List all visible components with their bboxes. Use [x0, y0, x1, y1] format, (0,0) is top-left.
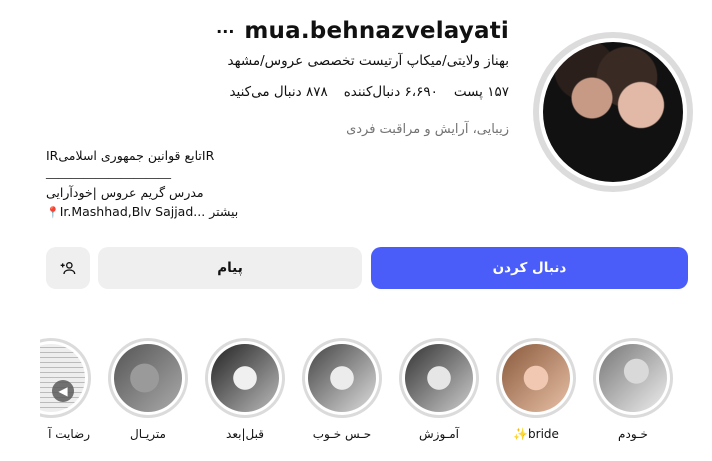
follow-button[interactable]: دنبال کردن [371, 247, 688, 289]
followers-count[interactable]: ۶،۶۹۰ دنبال‌کننده [344, 84, 438, 100]
message-button[interactable]: پیام [98, 247, 362, 289]
more-options-icon[interactable]: ... [216, 20, 234, 36]
posts-count[interactable]: ۱۵۷ پست [454, 84, 509, 100]
highlight-label: قبل|بعد [226, 427, 264, 441]
highlight-label: آمـوزش [419, 427, 459, 441]
add-user-icon [60, 262, 76, 275]
highlight-label: خـودم [618, 427, 648, 441]
profile-photo [543, 42, 683, 182]
bio-line: مدرس گریم عروس |خودآرایی [46, 185, 204, 200]
highlight-image [599, 344, 667, 412]
highlight-label: متریـال [130, 427, 166, 441]
bio-divider: ____________________ [46, 164, 171, 179]
username: mua.behnazvelayati [244, 18, 509, 44]
highlight-image [114, 344, 182, 412]
highlight-label: حـس خـوب [312, 427, 372, 441]
highlight-item[interactable]: قبل|بعد [202, 338, 288, 441]
add-user-button[interactable] [46, 247, 90, 289]
highlight-label: bride✨ [513, 427, 559, 441]
highlight-item[interactable]: آمـوزش [396, 338, 482, 441]
highlight-item[interactable]: متریـال [105, 338, 191, 441]
bio-more-text[interactable]: Ir.Mashhad,Blv Sajjad... بیشتر [60, 204, 239, 219]
profile-category: زیبایی، آرایش و مراقبت فردی [346, 122, 509, 137]
highlight-image [502, 344, 570, 412]
profile-bio: IRتابع قوانین جمهوری اسلامیIR __________… [46, 146, 306, 222]
highlight-item[interactable]: حـس خـوب [299, 338, 385, 441]
location-pin-icon: 📍 [46, 206, 60, 219]
highlights-edge-fade [0, 330, 40, 461]
highlight-item[interactable]: خـودم [590, 338, 676, 441]
highlight-image [405, 344, 473, 412]
username-row: ... mua.behnazvelayati [216, 18, 509, 44]
scroll-left-arrow-icon[interactable]: ◀ [52, 380, 74, 402]
profile-avatar[interactable] [533, 32, 693, 192]
profile-stats: ۱۵۷ پست ۶،۶۹۰ دنبال‌کننده ۸۷۸ دنبال می‌ک… [229, 84, 509, 100]
bio-location-line[interactable]: 📍Ir.Mashhad,Blv Sajjad... بیشتر [46, 202, 306, 222]
bio-line: IRتابع قوانین جمهوری اسلامیIR [46, 148, 215, 163]
following-count[interactable]: ۸۷۸ دنبال می‌کنید [229, 84, 327, 100]
profile-fullname: بهناز ولایتی/میکاپ آرتیست تخصصی عروس/مشه… [227, 53, 509, 69]
highlight-image [308, 344, 376, 412]
highlight-item[interactable]: bride✨ [493, 338, 579, 441]
highlight-image [211, 344, 279, 412]
